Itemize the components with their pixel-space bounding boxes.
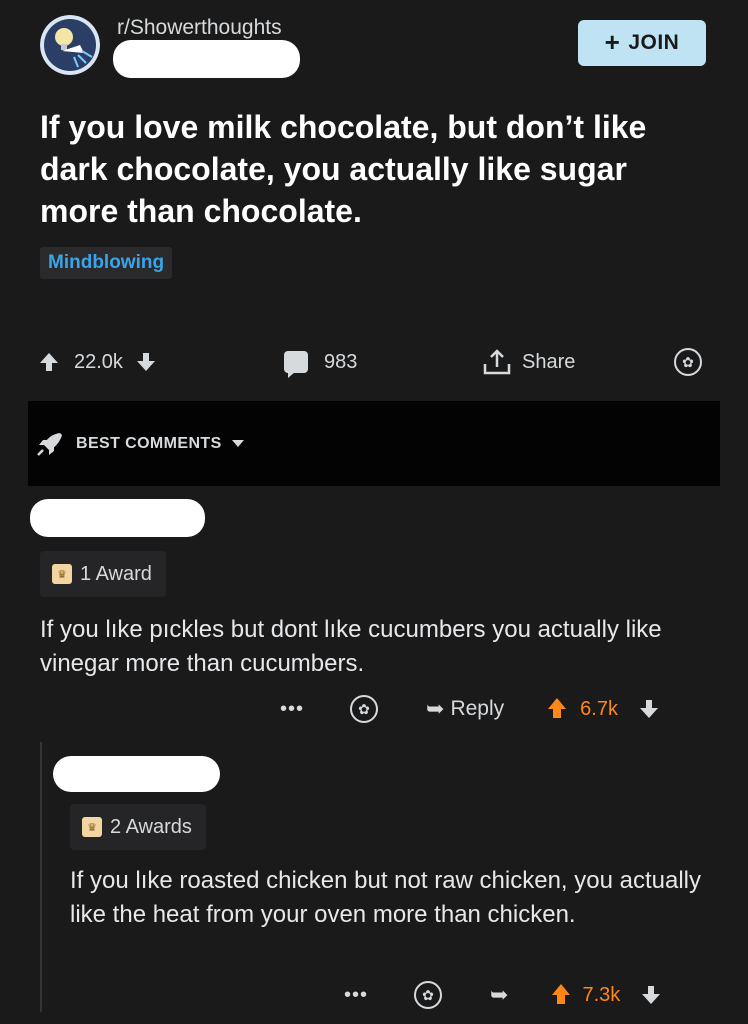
post-vote-group: 22.0k [40,345,155,379]
award-badge-icon: ♛ [82,817,102,837]
comment-actions: ••• ✿ ➥ 7.3k [344,978,661,1012]
post-flair[interactable]: Mindblowing [40,247,173,279]
post-title[interactable]: If you love milk chocolate, but don’t li… [40,106,700,232]
reply-icon[interactable]: ➥ [426,696,444,722]
comment-count: 983 [324,350,358,373]
upvote-icon[interactable] [548,698,567,720]
caret-down-icon [231,440,244,447]
plus-icon: + [604,27,621,57]
reply-label[interactable]: Reply [450,697,504,721]
award-count: 1 Award [80,562,152,585]
upvote-icon[interactable] [552,984,571,1006]
more-icon[interactable]: ••• [344,984,368,1007]
downvote-icon[interactable] [642,986,661,1004]
upvote-icon[interactable] [40,353,58,371]
comment-score: 6.7k [580,697,618,720]
award-icon: ✿ [674,348,702,376]
redacted-comment-author [30,499,205,537]
share-label: Share [522,350,576,373]
post-award-button[interactable]: ✿ [674,345,702,379]
subreddit-avatar[interactable] [40,15,100,75]
comments-button[interactable]: 983 [284,345,357,379]
join-label: JOIN [628,31,680,54]
redacted-comment-author [53,756,220,792]
award-count: 2 Awards [110,815,192,838]
post-score: 22.0k [74,350,123,373]
share-button[interactable]: Share [482,345,575,379]
comment-body: If you lıke pıckles but dont lıke cucumb… [40,616,662,677]
award-icon[interactable]: ✿ [350,695,379,723]
rocket-icon [37,432,62,456]
comment-award-chip[interactable]: ♛ 1 Award [40,551,166,597]
thread-line[interactable] [40,742,42,1012]
comment-actions: ••• ✿ ➥ Reply 6.7k [280,692,658,726]
award-badge-icon: ♛ [52,564,72,584]
subreddit-name[interactable]: r/Showerthoughts [117,16,282,40]
share-icon [483,349,511,375]
award-icon[interactable]: ✿ [414,981,443,1009]
comment-sort-bar[interactable]: BEST COMMENTS [28,401,720,486]
comment-score: 7.3k [582,983,621,1006]
more-icon[interactable]: ••• [280,698,304,721]
sort-label: BEST COMMENTS [76,434,222,452]
downvote-icon[interactable] [639,700,658,718]
redacted-username [113,40,300,78]
downvote-icon[interactable] [136,353,155,371]
comment-body: If you lıke roasted chicken but not raw … [70,867,701,928]
comment-icon [284,351,308,378]
join-button[interactable]: + JOIN [578,20,706,66]
reply-icon[interactable]: ➥ [490,982,508,1008]
comment-award-chip[interactable]: ♛ 2 Awards [70,804,206,850]
